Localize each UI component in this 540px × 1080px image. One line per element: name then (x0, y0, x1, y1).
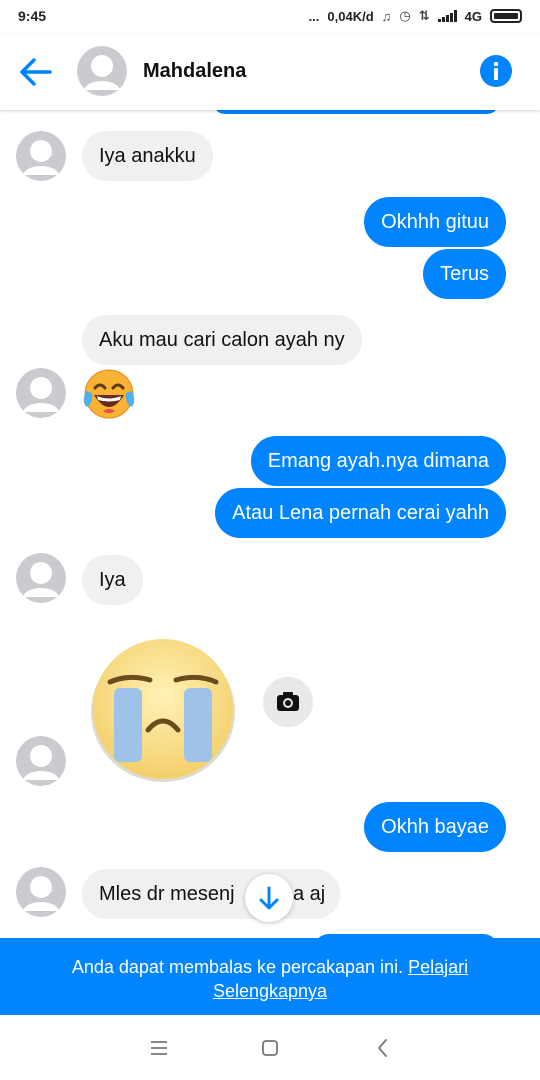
back-button[interactable] (18, 54, 58, 90)
contact-name[interactable]: Mahdalena (143, 60, 246, 83)
crying-face-sticker[interactable] (88, 634, 238, 784)
incoming-message[interactable]: Aku mau cari calon ayah ny (82, 315, 362, 365)
learn-more-link-cont[interactable]: Selengkapnya (213, 981, 327, 1001)
info-button[interactable] (480, 55, 512, 87)
message-text-start: Mles dr mesenj (99, 883, 235, 905)
status-dots: ... (308, 8, 320, 24)
sender-avatar (16, 368, 66, 418)
mute-icon: ♫ (381, 8, 392, 24)
battery-icon (490, 9, 522, 23)
outgoing-message[interactable]: Terus (423, 249, 506, 299)
back-nav-button[interactable] (368, 1035, 398, 1061)
home-icon (262, 1040, 278, 1056)
arrow-down-icon (259, 886, 279, 910)
incoming-message[interactable]: Mles dr mesenj a aj (82, 869, 340, 919)
alarm-icon: ◷ (399, 8, 411, 23)
camera-icon (277, 692, 299, 711)
status-time: 9:45 (18, 8, 47, 24)
outgoing-message[interactable]: Okhh bayae (364, 802, 506, 852)
system-navigation-bar (0, 1015, 540, 1080)
menu-icon (151, 1041, 167, 1055)
arrow-left-icon (20, 58, 52, 86)
menu-button[interactable] (144, 1035, 174, 1061)
scroll-to-bottom-button[interactable] (245, 874, 293, 922)
contact-avatar[interactable] (77, 46, 127, 96)
status-bar: 9:45 ... 0,04K/d ♫ ◷ ⇅ 4G (0, 0, 540, 34)
network-type: 4G (464, 8, 482, 24)
conversation-header: Mahdalena (0, 34, 540, 110)
tears-of-joy-emoji[interactable] (82, 367, 136, 421)
outgoing-message[interactable]: Atau Lena pernah cerai yahh (215, 488, 506, 538)
network-speed: 0,04K/d (327, 8, 374, 24)
camera-button[interactable] (263, 677, 313, 727)
outgoing-message[interactable]: Emang ayah.nya dimana (250, 436, 506, 486)
outgoing-message[interactable]: Okhhh gituu (364, 197, 506, 247)
notice-text: Anda dapat membalas ke percakapan ini. (71, 957, 404, 977)
sender-avatar (16, 736, 66, 786)
data-transfer-icon: ⇅ (418, 8, 430, 23)
signal-icon (437, 10, 457, 22)
message-list[interactable]: Iya anakku Okhhh gituu Terus Aku mau car… (0, 110, 540, 938)
sender-avatar (16, 553, 66, 603)
message-text-end: a aj (293, 883, 326, 905)
incoming-message[interactable]: Iya anakku (82, 131, 213, 181)
outgoing-bubble-partial[interactable] (213, 110, 499, 114)
chevron-left-icon (378, 1039, 387, 1057)
home-button[interactable] (255, 1035, 285, 1061)
status-icons: ... 0,04K/d ♫ ◷ ⇅ 4G (309, 8, 522, 24)
incoming-message[interactable]: Iya (82, 555, 143, 605)
reply-notice-banner: Anda dapat membalas ke percakapan ini. P… (0, 938, 540, 1015)
learn-more-link[interactable]: Pelajari (408, 957, 468, 977)
sender-avatar (16, 131, 66, 181)
sender-avatar (16, 867, 66, 917)
